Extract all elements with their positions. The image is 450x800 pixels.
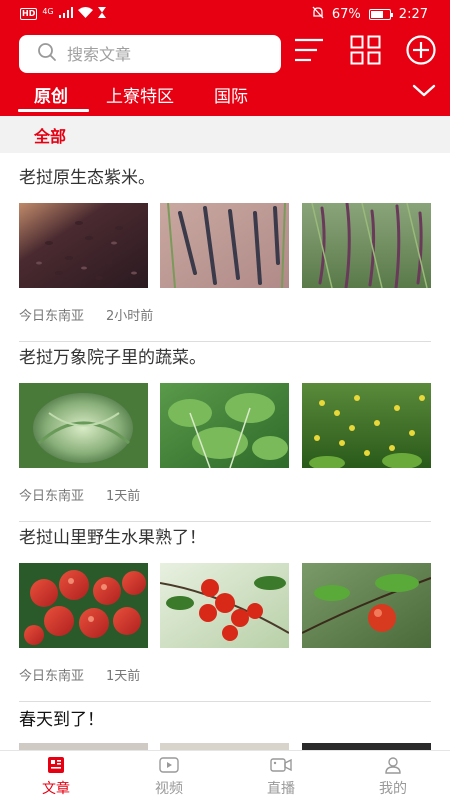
article-meta: 今日东南亚 1天前 bbox=[19, 485, 140, 504]
bottom-nav: 文章 视频 直播 我的 bbox=[0, 750, 450, 800]
category-tabs: 原创 上寮特区 国际 bbox=[0, 78, 450, 114]
article-meta: 今日东南亚 2小时前 bbox=[19, 305, 153, 324]
active-tab-indicator bbox=[18, 109, 89, 112]
menu-lines-icon[interactable] bbox=[292, 33, 326, 67]
nav-label: 我的 bbox=[379, 781, 407, 797]
black-rice-in-hand-photo[interactable] bbox=[160, 203, 289, 288]
nav-label: 文章 bbox=[42, 781, 70, 797]
divider bbox=[19, 341, 431, 342]
mute-bell-icon bbox=[312, 6, 324, 23]
status-right: 67% 2:27 bbox=[312, 6, 428, 23]
article-thumbnails bbox=[19, 203, 431, 288]
leafy-greens-photo[interactable] bbox=[160, 383, 289, 468]
purple-rice-plants-photo[interactable] bbox=[302, 203, 431, 288]
battery-icon bbox=[368, 9, 393, 20]
battery-percent: 67% bbox=[331, 7, 361, 22]
article-thumbnails bbox=[19, 743, 431, 750]
subfilter-all[interactable]: 全部 bbox=[34, 123, 66, 147]
live-camera-icon bbox=[246, 755, 316, 775]
tab-shangliao-zone[interactable]: 上寮特区 bbox=[106, 82, 174, 107]
article-card[interactable]: 老挝原生态紫米。 今日东南亚 2小时前 bbox=[0, 163, 450, 343]
status-left: HD 4G bbox=[20, 7, 106, 21]
status-bar: HD 4G 67% 2:27 bbox=[0, 0, 450, 28]
article-card[interactable]: 老挝万象院子里的蔬菜。 今日东南亚 1天前 bbox=[0, 343, 450, 523]
divider bbox=[19, 521, 431, 522]
article-title[interactable]: 老挝山里野生水果熟了！ bbox=[19, 523, 206, 548]
article-meta: 今日东南亚 1天前 bbox=[19, 665, 140, 684]
cabbage-photo[interactable] bbox=[19, 383, 148, 468]
nav-label: 视频 bbox=[155, 781, 183, 797]
wifi-icon bbox=[77, 7, 93, 21]
nav-live[interactable]: 直播 bbox=[246, 755, 316, 798]
plus-circle-icon[interactable] bbox=[404, 33, 438, 67]
profile-icon bbox=[358, 755, 428, 775]
search-bar[interactable] bbox=[19, 35, 281, 73]
red-fruits-pile-photo[interactable] bbox=[19, 563, 148, 648]
yellow-flowering-greens-photo[interactable] bbox=[302, 383, 431, 468]
search-input[interactable] bbox=[67, 44, 257, 64]
article-time: 1天前 bbox=[106, 489, 141, 504]
subfilter-bar: 全部 bbox=[0, 116, 450, 153]
app-header: HD 4G 67% 2:27 搜索文章 原创 上寮特区 国际 bbox=[0, 0, 450, 116]
dark-blossom-photo[interactable] bbox=[302, 743, 431, 750]
chevron-down-icon[interactable] bbox=[412, 82, 436, 102]
hourglass-icon bbox=[97, 7, 106, 21]
article-source: 今日东南亚 bbox=[19, 489, 85, 504]
article-source: 今日东南亚 bbox=[19, 669, 85, 684]
nav-profile[interactable]: 我的 bbox=[358, 755, 428, 798]
article-card[interactable]: 老挝山里野生水果熟了！ 今日东南亚 1天前 bbox=[0, 523, 450, 703]
white-blossom-photo[interactable] bbox=[160, 743, 289, 750]
grid-icon[interactable] bbox=[349, 33, 383, 67]
article-thumbnails bbox=[19, 383, 431, 468]
article-title[interactable]: 老挝原生态紫米。 bbox=[19, 163, 155, 188]
cherries-on-branch-photo[interactable] bbox=[160, 563, 289, 648]
signal-icon bbox=[58, 7, 73, 21]
article-icon bbox=[21, 755, 91, 775]
article-source: 今日东南亚 bbox=[19, 309, 85, 324]
tab-original[interactable]: 原创 bbox=[34, 82, 68, 107]
nav-videos[interactable]: 视频 bbox=[134, 755, 204, 798]
article-card[interactable]: 春天到了！ bbox=[0, 705, 450, 750]
video-icon bbox=[134, 755, 204, 775]
white-blossom-photo[interactable] bbox=[19, 743, 148, 750]
divider bbox=[19, 701, 431, 702]
clock: 2:27 bbox=[398, 7, 428, 22]
article-title[interactable]: 春天到了！ bbox=[19, 705, 104, 730]
search-icon bbox=[37, 42, 57, 66]
tab-international[interactable]: 国际 bbox=[214, 82, 248, 107]
article-feed: 老挝原生态紫米。 今日东南亚 2小时前 老挝万象院子里的蔬菜。 今日东南亚 1天… bbox=[0, 153, 450, 750]
nav-label: 直播 bbox=[267, 781, 295, 797]
nav-articles[interactable]: 文章 bbox=[21, 755, 91, 798]
single-red-fruit-photo[interactable] bbox=[302, 563, 431, 648]
article-time: 2小时前 bbox=[106, 309, 154, 324]
hd-badge: HD bbox=[20, 8, 38, 20]
article-title[interactable]: 老挝万象院子里的蔬菜。 bbox=[19, 343, 206, 368]
article-thumbnails bbox=[19, 563, 431, 648]
network-type: 4G bbox=[42, 6, 54, 16]
black-rice-grains-photo[interactable] bbox=[19, 203, 148, 288]
article-time: 1天前 bbox=[106, 669, 141, 684]
